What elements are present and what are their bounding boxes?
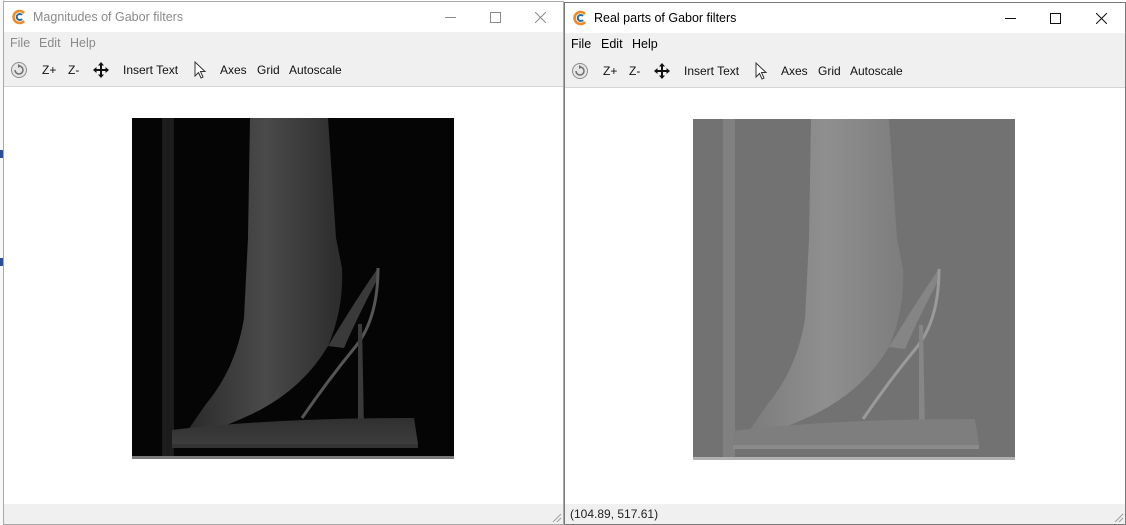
maximize-icon [489,11,501,23]
grid-button[interactable]: Grid [257,63,280,77]
gabor-real-part-image[interactable] [693,119,1015,460]
grid-button[interactable]: Grid [818,64,841,78]
toolbar: Z+ Z- Insert Text Axes Grid Autoscale [4,54,563,87]
window-magnitudes[interactable]: Magnitudes of Gabor filters File Edit He… [3,1,564,525]
gabor-magnitude-image[interactable] [132,118,454,459]
zoom-out-button[interactable]: Z- [68,63,79,77]
size-grip-icon[interactable] [550,511,562,523]
insert-text-button[interactable]: Insert Text [684,64,739,78]
close-button[interactable] [1078,3,1124,33]
maximize-button[interactable] [1032,3,1078,33]
maximize-button[interactable] [472,2,518,32]
minimize-icon [1004,17,1016,19]
menu-edit[interactable]: Edit [601,37,623,51]
autoscale-button[interactable]: Autoscale [850,64,903,78]
window-real-parts[interactable]: Real parts of Gabor filters File Edit He… [564,2,1126,525]
pointer-icon[interactable] [190,60,210,80]
pointer-icon[interactable] [751,61,771,81]
toolbar: Z+ Z- Insert Text Axes Grid Autoscale [565,55,1125,88]
menu-file[interactable]: File [10,36,30,50]
menu-bar: File Edit Help [565,33,1125,55]
title-bar[interactable]: Magnitudes of Gabor filters [4,2,563,32]
menu-help[interactable]: Help [632,37,658,51]
window-title: Magnitudes of Gabor filters [33,10,184,24]
rotate-icon[interactable] [570,61,590,81]
insert-text-button[interactable]: Insert Text [123,63,178,77]
size-grip-icon[interactable] [1112,511,1124,523]
menu-bar: File Edit Help [4,32,563,54]
status-bar: (104.89, 517.61) [565,504,1125,524]
plot-canvas[interactable] [565,88,1125,504]
close-icon [1095,12,1107,24]
minimize-button[interactable] [987,3,1033,33]
menu-help[interactable]: Help [70,36,96,50]
maximize-icon [1049,12,1061,24]
minimize-icon [444,16,456,18]
minimize-button[interactable] [427,2,473,32]
shoe-image-real-part [693,119,1015,460]
app-logo-icon [573,10,586,26]
zoom-in-button[interactable]: Z+ [603,64,617,78]
zoom-out-button[interactable]: Z- [629,64,640,78]
zoom-in-button[interactable]: Z+ [42,63,56,77]
close-icon [534,11,546,23]
axes-button[interactable]: Axes [781,64,808,78]
close-button[interactable] [517,2,563,32]
status-bar [4,504,563,524]
menu-edit[interactable]: Edit [39,36,61,50]
autoscale-button[interactable]: Autoscale [289,63,342,77]
app-logo-icon [12,9,25,25]
move-icon[interactable] [652,61,672,81]
shoe-image-magnitude [132,118,454,459]
window-title: Real parts of Gabor filters [594,11,737,25]
move-icon[interactable] [91,60,111,80]
rotate-icon[interactable] [9,60,29,80]
title-bar[interactable]: Real parts of Gabor filters [565,3,1125,33]
plot-canvas[interactable] [4,87,563,504]
cursor-coordinates: (104.89, 517.61) [570,507,659,521]
axes-button[interactable]: Axes [220,63,247,77]
menu-file[interactable]: File [571,37,591,51]
